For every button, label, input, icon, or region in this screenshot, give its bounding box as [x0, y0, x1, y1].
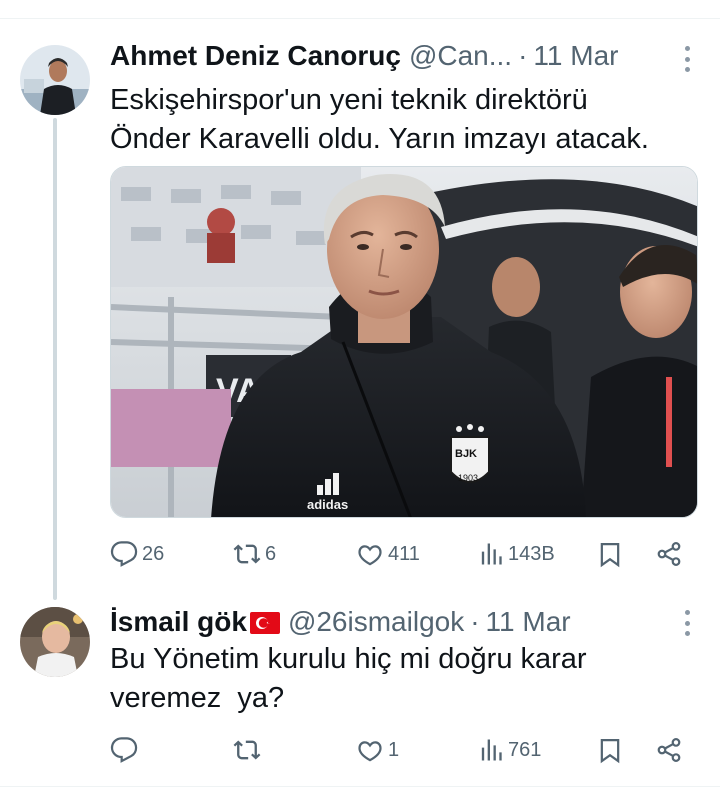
bookmark-button[interactable]	[596, 537, 624, 571]
share-icon	[657, 738, 681, 762]
separator-dot: ·	[470, 606, 480, 637]
repost-button[interactable]: 6	[233, 537, 276, 571]
like-button[interactable]: 1	[356, 733, 399, 767]
timestamp[interactable]: 11 Mar	[533, 40, 618, 72]
turkey-flag-icon	[249, 612, 280, 634]
more-icon[interactable]	[682, 610, 692, 636]
tweet-actions: 26 6 411 143B	[110, 537, 696, 571]
repost-button[interactable]	[233, 733, 265, 767]
like-icon	[358, 545, 382, 566]
tweet-text: Bu Yönetim kurulu hiç mi doğru karar ver…	[110, 640, 700, 718]
like-count: 411	[388, 542, 420, 565]
share-button[interactable]	[655, 733, 683, 767]
repost-count: 6	[265, 542, 277, 565]
display-name[interactable]: Ahmet Deniz Canoruç	[110, 40, 401, 72]
tweet-text-line: Önder Karavelli oldu. Yarın imzayı ataca…	[110, 123, 649, 155]
reply-button[interactable]: 26	[110, 537, 164, 571]
avatar[interactable]	[20, 607, 90, 677]
reply-count: 26	[142, 542, 165, 565]
tweet-text-line: Bu Yönetim kurulu hiç mi doğru karar	[110, 643, 587, 675]
bookmark-icon	[600, 542, 620, 568]
reply-icon	[110, 737, 138, 763]
views-count: 761	[508, 738, 542, 761]
tweet-text: Eskişehirspor'un yeni teknik direktörü Ö…	[110, 81, 700, 159]
more-icon[interactable]	[682, 46, 692, 72]
views-button[interactable]: 143B	[476, 537, 555, 571]
avatar[interactable]	[20, 45, 90, 115]
tweet-header: Ahmet Deniz Canoruç @Can... · 11 Mar	[110, 38, 618, 74]
like-icon	[358, 741, 382, 762]
tweet-text-line: veremez ya?	[110, 682, 285, 714]
adidas-logo: adidas	[307, 497, 348, 512]
repost-icon	[233, 740, 261, 760]
display-name[interactable]: İsmail gök	[110, 606, 247, 638]
separator-dot: ·	[518, 40, 528, 71]
tweet-text-line: Eskişehirspor'un yeni teknik direktörü	[110, 84, 588, 116]
views-icon	[481, 543, 502, 565]
bookmark-icon	[600, 738, 620, 764]
user-handle[interactable]: @Can...	[409, 40, 512, 72]
timestamp[interactable]: 11 Mar	[486, 606, 571, 638]
tweet-photo[interactable]: VAR BJK	[110, 166, 698, 518]
share-icon	[657, 542, 681, 566]
repost-icon	[233, 544, 261, 564]
views-count: 143B	[508, 542, 555, 565]
reply-icon	[110, 541, 138, 567]
user-handle[interactable]: @26ismailgok	[288, 606, 464, 638]
views-button[interactable]: 761	[476, 733, 541, 767]
badge-letters: BJK	[455, 448, 477, 460]
tweet-actions: 1 761	[110, 733, 696, 767]
share-button[interactable]	[655, 537, 683, 571]
like-button[interactable]: 411	[356, 537, 420, 571]
bookmark-button[interactable]	[596, 733, 624, 767]
reply-button[interactable]	[110, 733, 142, 767]
badge-year: 1903	[458, 473, 478, 483]
top-divider	[0, 18, 720, 19]
like-count: 1	[388, 738, 400, 761]
views-icon	[481, 739, 502, 761]
tweet-header: İsmail gök @26ismailgok · 11 Mar	[110, 604, 571, 640]
bottom-divider	[0, 786, 720, 787]
thread-connector-line	[53, 118, 57, 600]
